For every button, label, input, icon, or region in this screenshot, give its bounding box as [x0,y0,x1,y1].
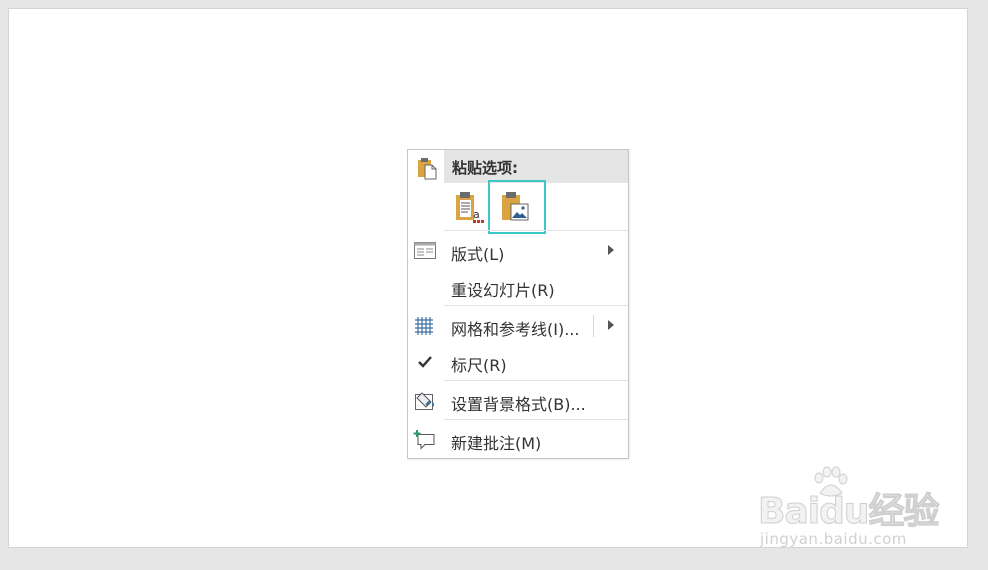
split-divider [593,315,594,337]
menu-item-label: 新建批注(M) [451,434,542,453]
paste-picture-icon [502,192,529,221]
checkmark-icon [418,356,432,368]
menu-item-new-comment[interactable]: 新建批注(M) [408,423,628,457]
menu-item-grid-guides[interactable]: 网格和参考线(I)... [408,309,628,343]
background-format-icon [415,392,434,410]
separator [444,380,628,381]
baidu-watermark: Baidu经验 jingyan.baidu.com [752,466,942,552]
paste-keep-text-icon: a [456,192,484,223]
clipboard-icon [418,158,437,180]
menu-item-label: 网格和参考线(I)... [451,320,580,339]
watermark-url: jingyan.baidu.com [760,530,907,548]
layout-icon [414,242,436,259]
paste-picture-button[interactable] [488,180,546,234]
paste-options-header: 粘贴选项: [408,150,628,183]
watermark-logo: Baidu经验 [757,491,939,533]
grid-icon [415,317,433,335]
context-menu: 粘贴选项: a 版式(L) 重设幻灯片(R) 网格和参考线(I)... 标尺(R… [407,149,629,459]
separator [444,230,628,231]
menu-item-label: 重设幻灯片(R) [451,281,555,300]
separator [444,419,628,420]
separator [444,305,628,306]
submenu-arrow-icon [608,245,614,255]
menu-item-layout[interactable]: 版式(L) [408,234,628,268]
menu-item-label: 版式(L) [451,245,505,264]
menu-item-format-background[interactable]: 设置背景格式(B)... [408,384,628,418]
menu-item-label: 设置背景格式(B)... [451,395,586,414]
new-comment-icon [413,430,435,450]
paste-options-row: a [408,180,628,234]
menu-item-ruler[interactable]: 标尺(R) [408,345,628,379]
svg-text:a: a [473,208,480,221]
submenu-arrow-icon [608,320,614,330]
menu-item-reset-slide[interactable]: 重设幻灯片(R) [408,270,628,304]
menu-item-label: 标尺(R) [451,356,507,375]
paste-options-label: 粘贴选项: [452,159,518,177]
